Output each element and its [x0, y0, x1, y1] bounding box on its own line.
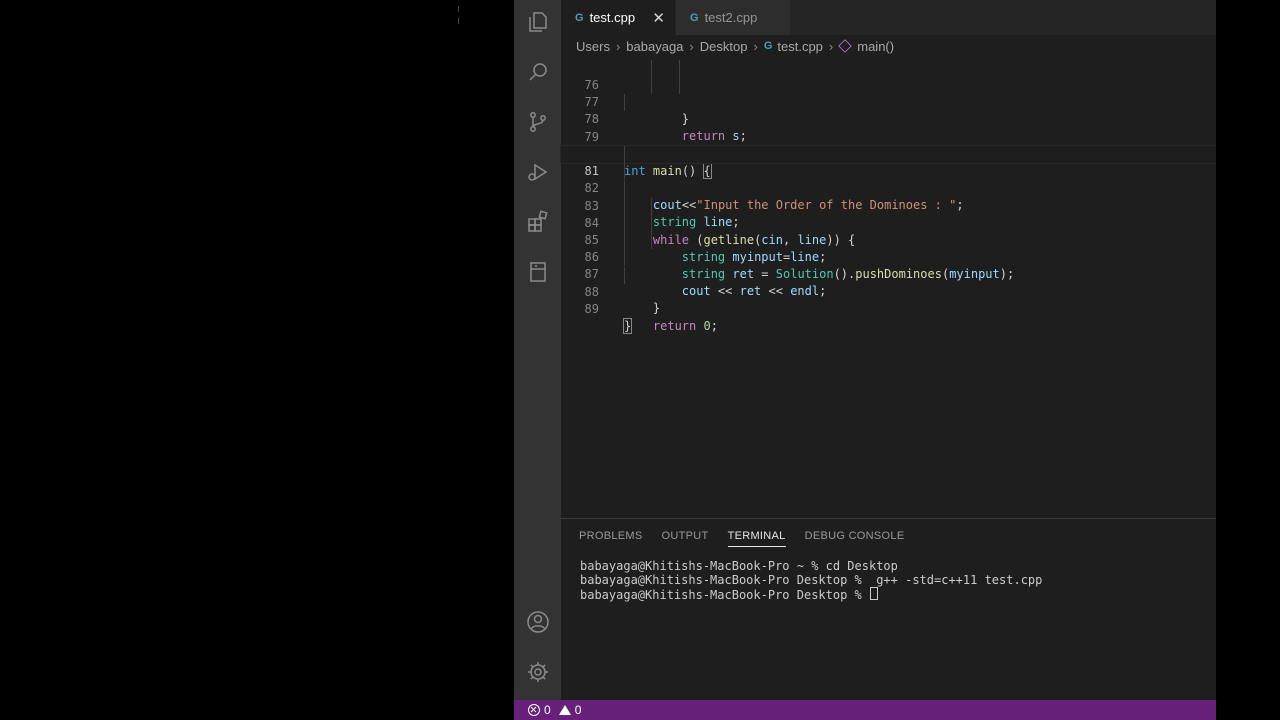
- tab-test-cpp[interactable]: G test.cpp ✕: [561, 0, 675, 35]
- breadcrumb-item-desktop[interactable]: Desktop: [700, 39, 748, 54]
- run-debug-icon[interactable]: [525, 159, 550, 184]
- method-symbol-icon: [838, 39, 853, 53]
- tab-label: test2.cpp: [704, 10, 758, 25]
- code-line: 78 }: [561, 94, 1216, 160]
- code-line: 82 string line;: [561, 163, 1216, 229]
- error-icon[interactable]: [528, 704, 540, 716]
- code-line: 77 return s;: [561, 77, 1216, 143]
- code-line: 85 string ret = Solution().pushDominoes(…: [561, 215, 1216, 281]
- tab-label: test.cpp: [589, 10, 636, 25]
- source-control-icon[interactable]: [525, 109, 550, 134]
- account-icon[interactable]: [525, 609, 550, 634]
- code-line: 84 string myinput=line;: [561, 198, 1216, 264]
- code-line: 79 };: [561, 112, 1216, 161]
- warning-icon[interactable]: [558, 705, 571, 715]
- chevron-right-icon: ›: [615, 38, 621, 54]
- terminal[interactable]: babayaga@Khitishs-MacBook-Pro ~ % cd Des…: [580, 559, 1043, 602]
- status-bar: 0 0: [514, 700, 1216, 720]
- code-text: }: [624, 301, 661, 315]
- tab-problems[interactable]: PROBLEMS: [579, 519, 643, 553]
- chevron-right-icon: ›: [828, 38, 834, 54]
- search-icon[interactable]: [525, 59, 550, 84]
- terminal-line: babayaga@Khitishs-MacBook-Pro Desktop % …: [580, 573, 1043, 587]
- tab-output[interactable]: OUTPUT: [662, 519, 709, 553]
- terminal-cursor: [869, 587, 878, 600]
- chevron-right-icon: ›: [689, 38, 694, 54]
- activity-bar: [514, 0, 561, 700]
- bottom-panel: PROBLEMS OUTPUT TERMINAL DEBUG CONSOLE b…: [561, 518, 1216, 701]
- explorer-icon[interactable]: [525, 9, 550, 34]
- terminal-line-prompt: babayaga@Khitishs-MacBook-Pro Desktop %: [580, 587, 1042, 602]
- error-count[interactable]: 0: [544, 703, 551, 717]
- remote-explorer-icon[interactable]: [525, 259, 550, 284]
- code-line: 89 }: [561, 284, 1216, 334]
- terminal-line: babayaga@Khitishs-MacBook-Pro ~ % cd Des…: [580, 559, 898, 573]
- chevron-right-icon: ›: [753, 38, 758, 54]
- code-text: return 0;: [652, 319, 718, 333]
- breadcrumb-item-babayaga[interactable]: babayaga: [626, 39, 683, 54]
- code-editor[interactable]: 76 } 77 return s; 78 } 79 }; 80 int main…: [560, 57, 1216, 517]
- code-line: 76 }: [561, 60, 1216, 126]
- cpp-file-icon: G: [763, 40, 773, 52]
- panel-tabs: PROBLEMS OUTPUT TERMINAL DEBUG CONSOLE: [579, 519, 923, 553]
- code-line: 86 cout << ret << endl;: [561, 232, 1216, 298]
- tab-test2-cpp[interactable]: G test2.cpp: [676, 0, 790, 35]
- editor-tab-bar: G test.cpp ✕ G test2.cpp: [561, 0, 1216, 35]
- warning-count[interactable]: 0: [575, 703, 582, 717]
- code-line: 83 while (getline(cin, line)) {: [561, 181, 1216, 247]
- terminal-prompt: babayaga@Khitishs-MacBook-Pro Desktop %: [580, 588, 869, 602]
- code-text: }: [622, 318, 633, 334]
- code-line-current: 81 cout<<"Input the Order of the Dominoe…: [560, 145, 1216, 212]
- right-black-region: [1216, 0, 1280, 720]
- code-line: 80 int main() {: [561, 129, 1216, 179]
- tab-terminal[interactable]: TERMINAL: [727, 519, 786, 553]
- cpp-file-icon: G: [575, 11, 584, 24]
- code-line: 87 }: [561, 249, 1216, 315]
- extensions-icon[interactable]: [525, 209, 550, 234]
- tick-mark: [458, 6, 459, 12]
- breadcrumb-item-users[interactable]: Users: [576, 39, 610, 54]
- vscode-window: G test.cpp ✕ G test2.cpp Users › babayag…: [514, 0, 1216, 720]
- breadcrumb-item-symbol[interactable]: main(): [857, 39, 894, 54]
- line-number: 89: [584, 302, 599, 316]
- code-line: 88 return 0;: [561, 267, 1216, 333]
- left-black-region: [0, 0, 514, 720]
- tab-debug-console[interactable]: DEBUG CONSOLE: [805, 519, 905, 553]
- breadcrumb-item-file[interactable]: test.cpp: [777, 39, 823, 54]
- settings-gear-icon[interactable]: [525, 659, 550, 684]
- close-icon[interactable]: ✕: [652, 9, 665, 27]
- cpp-file-icon: G: [690, 11, 699, 24]
- breadcrumb: Users › babayaga › Desktop › G test.cpp …: [561, 35, 1216, 57]
- tick-mark: [458, 18, 459, 24]
